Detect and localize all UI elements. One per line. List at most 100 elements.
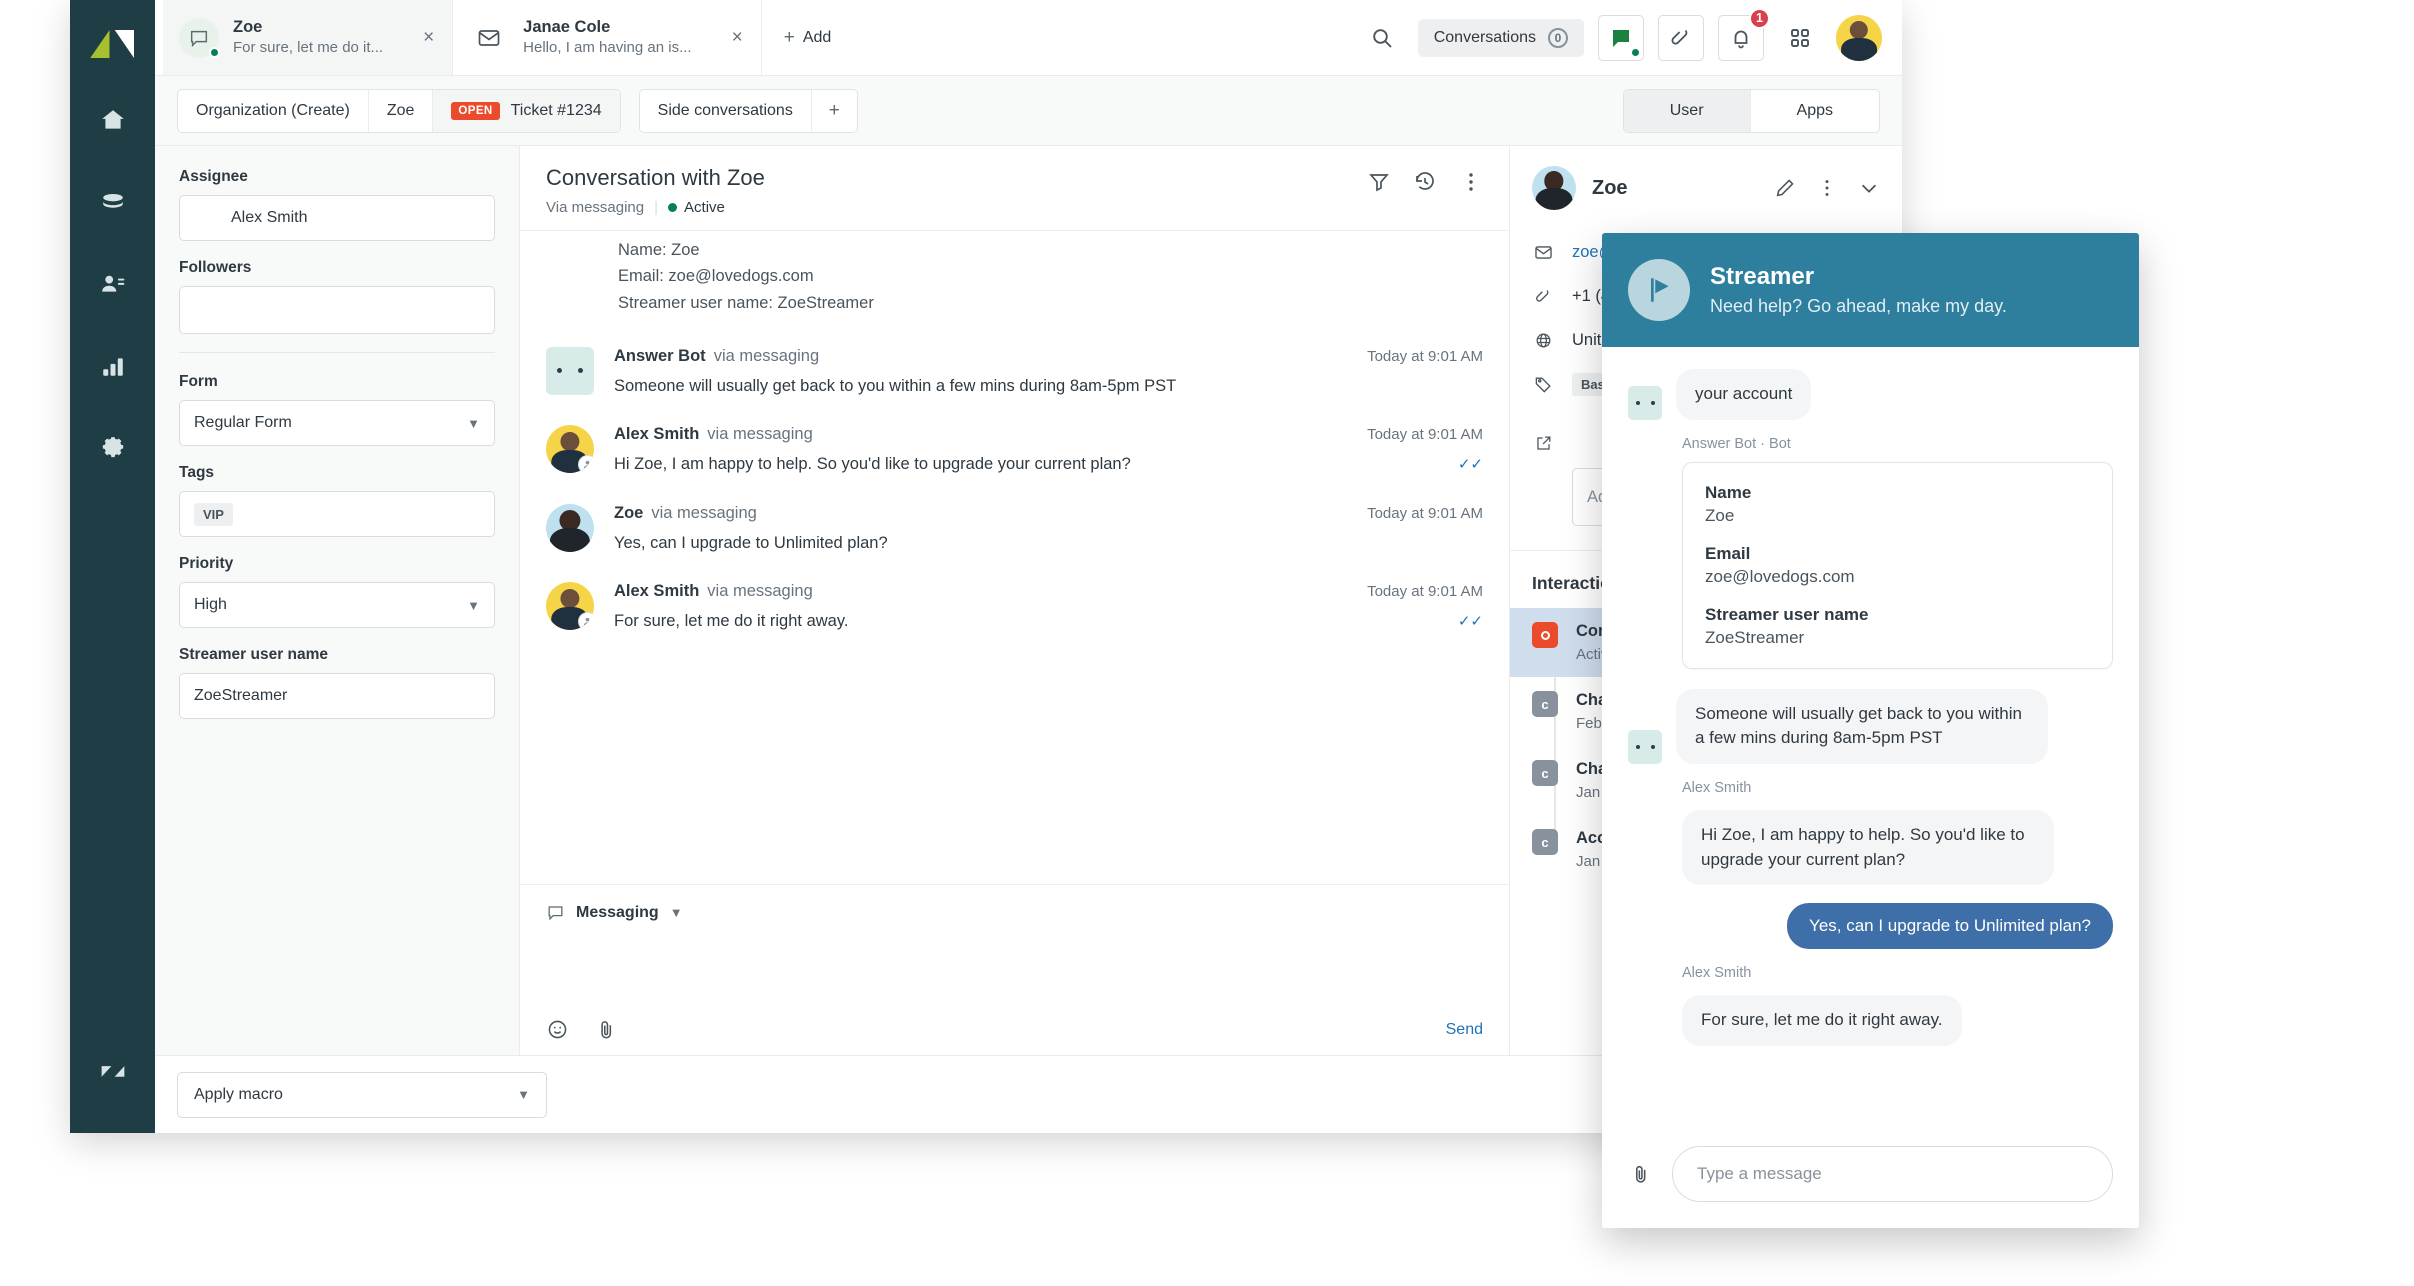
streamer-logo-icon	[1628, 259, 1690, 321]
message-timestamp: Today at 9:01 AM	[1367, 426, 1483, 444]
card-value: ZoeStreamer	[1705, 627, 1805, 647]
composer-actions: Send	[546, 1014, 1483, 1041]
tab-user[interactable]: User	[1623, 89, 1750, 132]
bot-avatar	[546, 346, 594, 395]
apply-macro-select[interactable]: Apply macro ▼	[177, 1071, 547, 1118]
priority-label: Priority	[179, 555, 234, 572]
search-icon[interactable]	[1360, 16, 1404, 60]
filter-icon[interactable]	[1367, 170, 1391, 194]
emoji-icon[interactable]	[546, 1018, 569, 1041]
widget-bubble-outgoing: Yes, can I upgrade to Unlimited plan?	[1787, 903, 2113, 950]
tags-field[interactable]: VIP	[179, 491, 495, 537]
streamer-user-name-value: ZoeStreamer	[194, 687, 288, 704]
breadcrumb-item-organization[interactable]: Organization (Create)	[178, 89, 369, 132]
followers-label: Followers	[179, 259, 252, 276]
more-options-icon[interactable]	[1459, 170, 1483, 194]
zendesk-logo	[85, 16, 141, 72]
more-options-icon[interactable]	[1816, 177, 1838, 199]
customer-avatar	[1532, 166, 1576, 210]
widget-bubble: For sure, let me do it right away.	[1682, 995, 1962, 1046]
reporting-icon[interactable]	[85, 338, 141, 394]
send-button[interactable]: Send	[1446, 1021, 1483, 1039]
widget-bot-name: Answer Bot · Bot	[1682, 435, 1791, 452]
paperclip-icon[interactable]	[1628, 1162, 1654, 1186]
message-thread: Name: Zoe Email: zoe@lovedogs.com Stream…	[520, 231, 1509, 885]
message-item: Zoe via messaging Today at 9:01 AM Yes, …	[546, 482, 1483, 561]
status-dot	[668, 202, 678, 212]
side-conversations-add-icon[interactable]: +	[810, 89, 857, 132]
message-via: via messaging	[651, 503, 757, 522]
conversations-filter-button[interactable]: Conversations 0	[1417, 18, 1584, 57]
collapse-chevron-icon[interactable]	[1858, 177, 1880, 199]
widget-header: Streamer Need help? Go ahead, make my da…	[1602, 233, 2139, 347]
notifications-bell-icon[interactable]: 1	[1718, 7, 1770, 61]
channel-selector[interactable]: Messaging ▼	[546, 903, 1483, 922]
ticket-tab-janae-cole[interactable]: Janae Cole Hello, I am having an is... ×	[453, 0, 762, 75]
widget-message-agent: For sure, let me do it right away.	[1628, 995, 2113, 1046]
chevron-down-icon: ▼	[467, 597, 480, 613]
breadcrumb-item-ticket[interactable]: OPEN Ticket #1234	[433, 89, 620, 132]
side-conversations-button[interactable]: Side conversations	[640, 90, 811, 132]
message-timestamp: Today at 9:01 AM	[1367, 583, 1483, 601]
chat-status-icon[interactable]	[1598, 14, 1644, 61]
agent-avatar	[546, 425, 594, 474]
widget-info-card: Name Zoe Email zoe@lovedogs.com Streamer…	[1682, 461, 2113, 669]
intro-line: Name: Zoe	[618, 240, 700, 259]
history-icon[interactable]	[1413, 170, 1437, 194]
ticket-tab-zoe[interactable]: Zoe For sure, let me do it... ×	[163, 0, 454, 75]
message-item: Alex Smith via messaging Today at 9:01 A…	[546, 560, 1483, 639]
agent-avatar	[546, 582, 594, 631]
tab-preview: For sure, let me do it...	[233, 39, 384, 57]
message-body: Alex Smith via messaging Today at 9:01 A…	[614, 425, 1483, 478]
apply-macro-label: Apply macro	[194, 1085, 283, 1103]
ticket-tabbar: Zoe For sure, let me do it... × Janae Co…	[155, 0, 1902, 76]
tag-chip: VIP	[194, 502, 233, 526]
tab-apps[interactable]: Apps	[1749, 89, 1879, 132]
messaging-widget: Streamer Need help? Go ahead, make my da…	[1602, 233, 2139, 1228]
attachment-icon[interactable]	[595, 1018, 618, 1041]
customer-name: Zoe	[1592, 176, 1628, 199]
card-value: zoe@lovedogs.com	[1705, 566, 1855, 586]
views-icon[interactable]	[85, 174, 141, 230]
streamer-user-name-field[interactable]: ZoeStreamer	[179, 673, 495, 719]
tab-avatar-janae	[469, 18, 509, 58]
widget-agent-name: Alex Smith	[1682, 779, 1752, 796]
phone-talk-icon[interactable]	[1658, 14, 1704, 61]
breadcrumb-item-zoe[interactable]: Zoe	[369, 89, 434, 132]
priority-select[interactable]: High ▼	[179, 582, 495, 628]
divider: |	[654, 198, 659, 216]
edit-pencil-icon[interactable]	[1774, 177, 1796, 199]
apps-grid-icon[interactable]	[1778, 16, 1822, 60]
widget-message-input[interactable]: Type a message	[1672, 1146, 2113, 1202]
widget-message-partial: your account	[1628, 369, 2113, 420]
chat-bubble-icon	[548, 906, 563, 921]
message-item: Answer Bot via messaging Today at 9:01 A…	[546, 325, 1483, 404]
priority-group: Priority High ▼	[179, 555, 495, 646]
user-avatar[interactable]	[1836, 14, 1882, 61]
zendesk-wordmark-icon[interactable]	[85, 1043, 141, 1099]
read-receipt-icon: ✓✓	[1457, 455, 1483, 473]
form-select[interactable]: Regular Form ▼	[179, 400, 495, 446]
reply-textarea[interactable]	[546, 922, 1483, 1014]
home-icon[interactable]	[85, 92, 141, 148]
message-author: Alex Smith	[614, 582, 700, 601]
card-key: Streamer user name	[1705, 604, 1869, 624]
conversation-panel: Conversation with Zoe Via messaging | Ac…	[520, 146, 1510, 1055]
message-meta: Answer Bot via messaging Today at 9:01 A…	[614, 347, 1483, 366]
ticket-icon: c	[1532, 691, 1558, 717]
tab-text-zoe: Zoe For sure, let me do it...	[233, 17, 383, 57]
tab-close-icon[interactable]: ×	[732, 28, 743, 47]
widget-subtitle: Need help? Go ahead, make my day.	[1710, 296, 2007, 317]
add-tab-label: Add	[802, 28, 832, 46]
tab-avatar-zoe	[179, 17, 220, 58]
customers-icon[interactable]	[85, 256, 141, 312]
ticket-properties-panel: Assignee Alex Smith Followers Form Regul…	[155, 146, 520, 1055]
tab-title: Zoe	[233, 18, 263, 37]
message-text: For sure, let me do it right away. ✓✓	[614, 609, 1483, 635]
tab-close-icon[interactable]: ×	[423, 28, 434, 47]
add-tab-button[interactable]: + Add	[762, 0, 854, 75]
intro-line: Streamer user name: ZoeStreamer	[618, 293, 874, 312]
settings-icon[interactable]	[85, 420, 141, 476]
assignee-field[interactable]: Alex Smith	[179, 195, 495, 241]
followers-field[interactable]	[179, 286, 495, 334]
